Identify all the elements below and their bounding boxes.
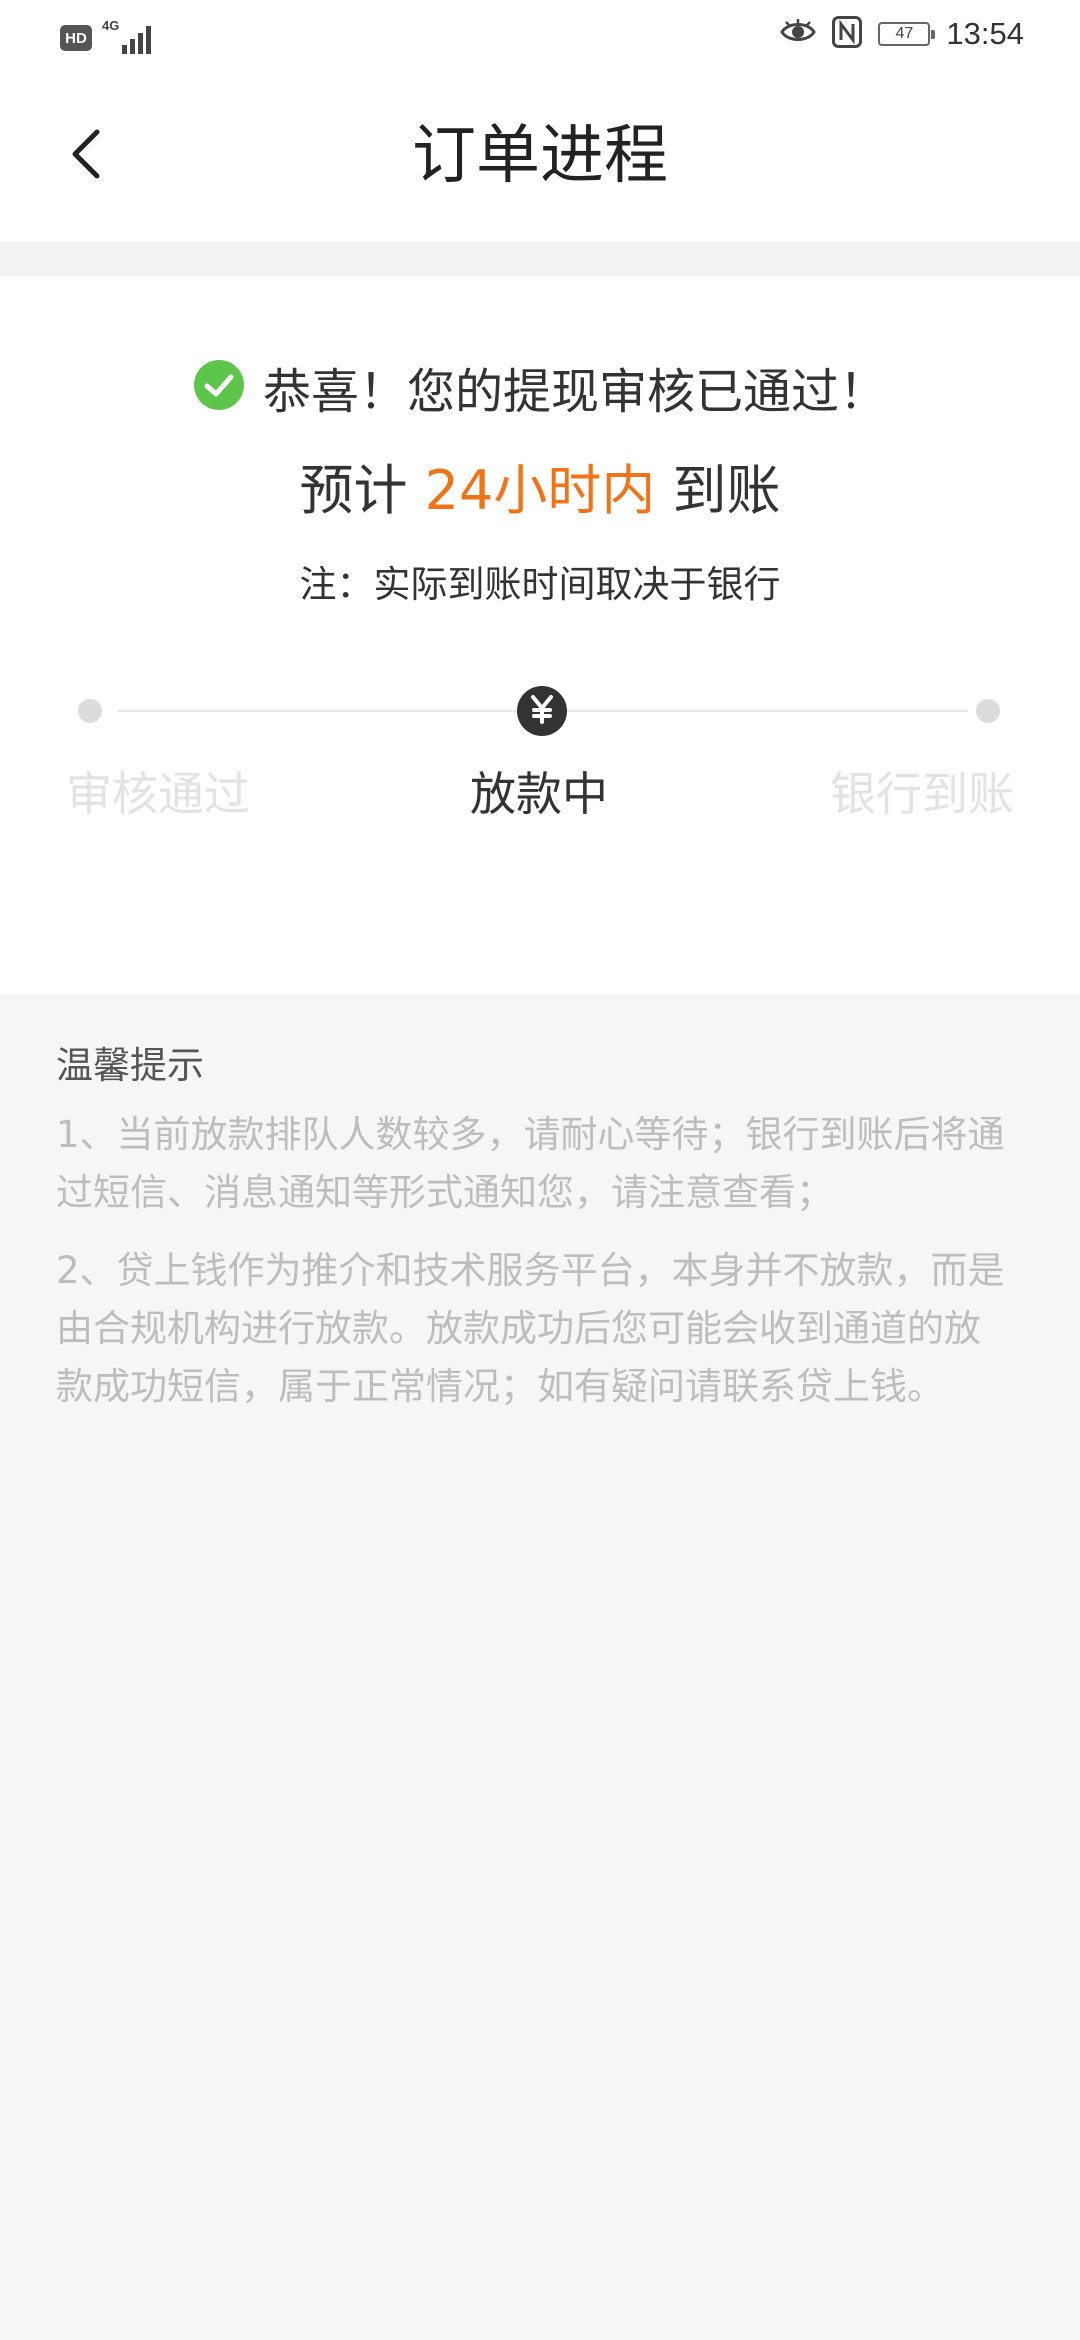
step-label-review-passed: 审核通过 xyxy=(66,767,250,821)
success-text: 恭喜！您的提现审核已通过！ xyxy=(262,364,887,420)
tip-item: 1、当前放款排队人数较多，请耐心等待；银行到账后将通过短信、消息通知等形式通知您… xyxy=(56,1113,1005,1214)
page-title: 订单进程 xyxy=(412,119,668,193)
signal-bars xyxy=(122,26,151,54)
eta-suffix: 到账 xyxy=(655,459,781,522)
eta-message: 预计 24小时内 到账 xyxy=(0,446,1080,525)
hd-badge: HD xyxy=(60,25,92,51)
eta-highlight: 24小时内 xyxy=(424,459,656,522)
status-bar-left: HD 4G xyxy=(60,18,158,56)
step-label-bank-arrival: 银行到账 xyxy=(830,767,1014,821)
eye-icon xyxy=(780,19,817,49)
order-status-card: 恭喜！您的提现审核已通过！ 预计 24小时内 到账 注：实际到账时间取决于银行 … xyxy=(0,276,1080,994)
eta-prefix: 预计 xyxy=(299,459,425,522)
arrival-note: 注：实际到账时间取决于银行 xyxy=(299,563,781,606)
success-message: 恭喜！您的提现审核已通过！ xyxy=(0,352,1080,422)
tip-item: 2、贷上钱作为推介和技术服务平台，本身并不放款，而是由合规机构进行放款。放款成功… xyxy=(56,1249,1005,1408)
step-label-disbursing: 放款中 xyxy=(470,767,608,821)
battery-level: 47 xyxy=(895,25,914,42)
nav-bar: 订单进程 xyxy=(0,76,1080,242)
step-dot-bank-arrival xyxy=(976,699,1000,723)
status-bar-right: 47 13:54 xyxy=(780,16,1024,52)
signal-icon: 4G xyxy=(102,18,158,56)
yen-icon xyxy=(528,694,556,728)
nfc-icon xyxy=(832,16,863,52)
check-circle-icon xyxy=(193,359,245,415)
order-progress-screen: HD 4G 47 13:54 订单进程 恭喜！您的提现审核已通过！ 预计 24小… xyxy=(0,0,1080,2340)
status-time: 13:54 xyxy=(946,16,1024,51)
step-dot-disbursing xyxy=(517,686,567,736)
tips-section: 温馨提示 1、当前放款排队人数较多，请耐心等待；银行到账后将通过短信、消息通知等… xyxy=(56,1040,1016,1416)
status-bar: HD 4G 47 13:54 xyxy=(0,0,1080,76)
tips-title: 温馨提示 xyxy=(56,1044,204,1087)
section-divider xyxy=(0,242,1080,276)
battery-icon: 47 xyxy=(878,22,936,46)
step-dot-review-passed xyxy=(78,699,102,723)
network-type-label: 4G xyxy=(102,18,120,33)
